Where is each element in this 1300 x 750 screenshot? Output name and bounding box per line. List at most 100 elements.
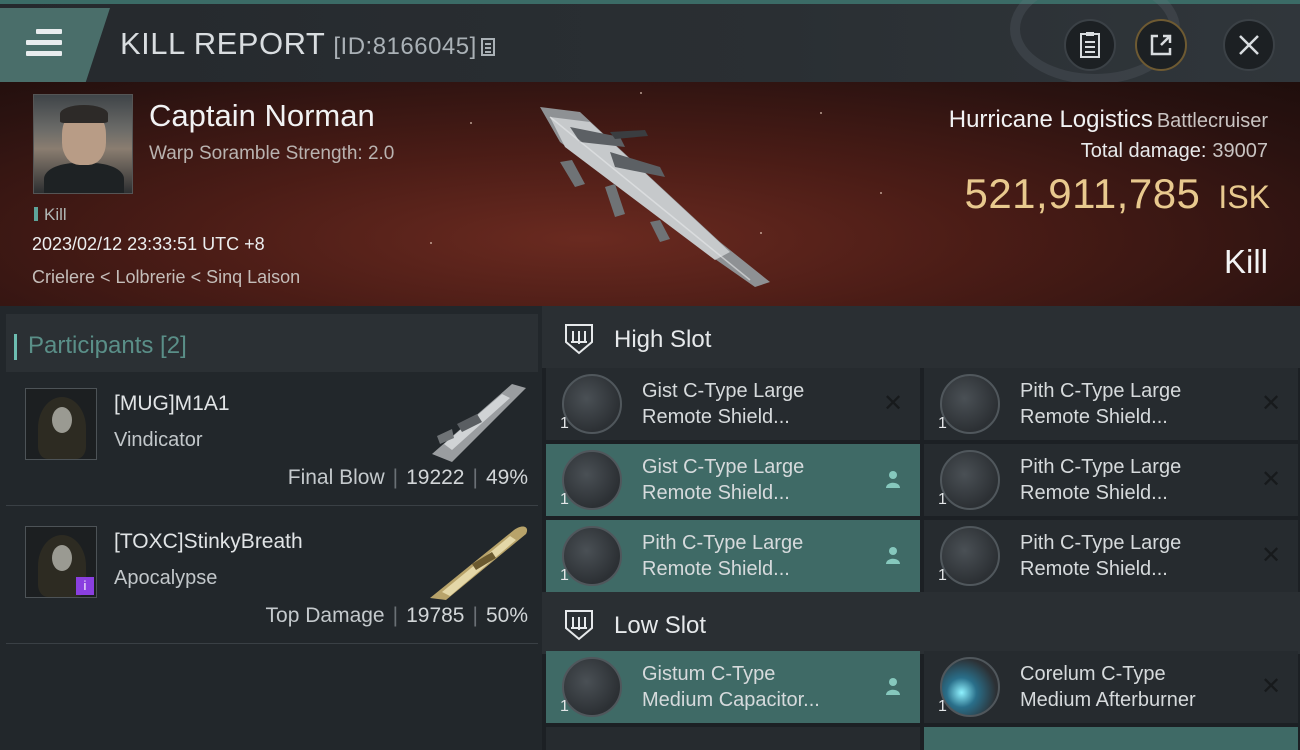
shield-booster-icon — [562, 374, 622, 434]
participant-name: [MUG]M1A1 — [114, 392, 230, 415]
shield-booster-icon — [562, 450, 622, 510]
low-slot-title: Low Slot — [614, 612, 707, 639]
copy-icon[interactable] — [480, 38, 495, 56]
module-quantity: 1 — [938, 567, 947, 584]
participant-avatar[interactable] — [25, 388, 97, 460]
report-id: [ID:8166045] — [333, 33, 477, 60]
module-slot[interactable]: 1 Corelum C-Type Medium Afterburner ✕ — [924, 651, 1298, 723]
shield-booster-icon — [940, 450, 1000, 510]
module-slot[interactable]: 1 Gist C-Type Large Remote Shield... ✕ — [546, 368, 920, 440]
participant-ship-image — [432, 384, 526, 462]
module-name: Gist C-Type Large Remote Shield... — [642, 380, 805, 428]
total-damage-value: 39007 — [1212, 140, 1268, 162]
participant-role: Top Damage — [265, 604, 385, 627]
module-name: Corelum C-Type Medium Afterburner — [1020, 663, 1196, 711]
isk-value: 521,911,785 ISK — [964, 170, 1270, 218]
participant-ship: Apocalypse — [114, 567, 218, 589]
victim-portrait[interactable] — [33, 94, 133, 194]
destroyed-icon: ✕ — [882, 389, 904, 417]
victim-ship-type[interactable]: Hurricane Logistics Battlecruiser — [949, 106, 1268, 134]
isk-unit: ISK — [1218, 179, 1270, 215]
module-slot[interactable]: 1 Gistum C-Type Medium Capacitor... — [546, 651, 920, 723]
high-slot-icon — [565, 324, 593, 355]
participant-row[interactable]: i [TOXC]StinkyBreath Apocalypse Top Dama… — [6, 506, 538, 644]
module-slot[interactable]: 1 Pith C-Type Large Remote Shield... ✕ — [924, 520, 1298, 592]
high-slot-header: High Slot — [542, 306, 1300, 368]
participant-percent: 50% — [485, 604, 528, 627]
module-quantity: 1 — [560, 415, 569, 432]
module-slot[interactable]: 1 Gist C-Type Large Remote Shield... — [546, 444, 920, 516]
destroyed-icon: ✕ — [1260, 465, 1282, 493]
high-slot-title: High Slot — [614, 326, 712, 353]
victim-ship-image — [540, 107, 770, 287]
fittings-panel: High Slot 1 Gist C-Type Large Remote Shie… — [542, 306, 1300, 750]
page-title: KILL REPORT [ID:8166045] — [120, 26, 495, 62]
participant-name: [TOXC]StinkyBreath — [114, 530, 303, 553]
module-name: Pith C-Type Large Remote Shield... — [642, 532, 804, 580]
participants-panel: Participants [2] [MUG]M1A1 Vindicator Fi… — [0, 306, 542, 750]
participant-damage: 19222 — [406, 466, 465, 489]
module-name: Gistum C-Type Medium Capacitor... — [642, 663, 820, 711]
module-quantity: 1 — [938, 415, 947, 432]
isk-amount: 521,911,785 — [964, 170, 1201, 217]
participant-role: Final Blow — [287, 466, 385, 489]
capacitor-icon — [562, 657, 622, 717]
destroyed-icon: ✕ — [1260, 672, 1282, 700]
menu-icon — [26, 29, 62, 59]
module-slot[interactable] — [924, 727, 1298, 750]
share-icon — [1150, 34, 1172, 56]
participant-stats: Final Blow | 19222 | 49% — [287, 466, 528, 489]
module-quantity: 1 — [938, 698, 947, 715]
module-quantity: 1 — [938, 491, 947, 508]
module-slot[interactable] — [546, 727, 920, 750]
participant-percent: 49% — [485, 466, 528, 489]
participant-damage: 19785 — [406, 604, 465, 627]
module-slot[interactable]: 1 Pith C-Type Large Remote Shield... ✕ — [924, 444, 1298, 516]
module-quantity: 1 — [560, 698, 569, 715]
shield-booster-icon — [940, 526, 1000, 586]
kill-time: 2023/02/12 23:33:51 UTC +8 — [32, 234, 265, 254]
dropped-user-icon — [880, 673, 906, 699]
dropped-user-icon — [880, 542, 906, 568]
module-name: Pith C-Type Large Remote Shield... — [1020, 380, 1182, 428]
participants-title: Participants [2] — [14, 332, 187, 360]
module-slot[interactable]: 1 Pith C-Type Large Remote Shield... — [546, 520, 920, 592]
kill-location: Crielere < Lolbrerie < Sinq Laison — [32, 267, 301, 287]
low-slot-header: Low Slot — [542, 592, 1300, 654]
total-damage-label: Total damage: — [1080, 140, 1207, 162]
victim-stat: Warp Soramble Strength: 2.0 — [149, 143, 395, 164]
clipboard-icon — [1080, 32, 1100, 58]
title-bar: KILL REPORT [ID:8166045] — [0, 0, 1300, 84]
participant-ship: Vindicator — [114, 429, 203, 451]
low-slot-icon — [565, 610, 593, 641]
afterburner-icon — [940, 657, 1000, 717]
module-name: Pith C-Type Large Remote Shield... — [1020, 532, 1182, 580]
module-slot[interactable]: 1 Pith C-Type Large Remote Shield... ✕ — [924, 368, 1298, 440]
participant-avatar[interactable]: i — [25, 526, 97, 598]
clipboard-button[interactable] — [1064, 19, 1116, 71]
participants-header: Participants [2] — [6, 314, 538, 372]
shield-booster-icon — [562, 526, 622, 586]
destroyed-icon: ✕ — [1260, 541, 1282, 569]
module-quantity: 1 — [560, 491, 569, 508]
ship-name: Hurricane Logistics — [948, 106, 1153, 133]
destroyed-icon: ✕ — [1260, 389, 1282, 417]
module-quantity: 1 — [560, 567, 569, 584]
close-icon — [1239, 35, 1259, 55]
participant-stats: Top Damage | 19785 | 50% — [265, 604, 528, 627]
participant-row[interactable]: [MUG]M1A1 Vindicator Final Blow | 19222 | 49… — [6, 368, 538, 506]
menu-button[interactable] — [0, 8, 110, 82]
kill-result: Kill — [1223, 243, 1268, 280]
share-button[interactable] — [1135, 19, 1187, 71]
kill-tag: Kill — [34, 205, 67, 225]
total-damage: Total damage: 39007 — [1081, 140, 1268, 163]
title-text: KILL REPORT — [120, 26, 326, 61]
ship-class: Battlecruiser — [1156, 110, 1268, 132]
close-button[interactable] — [1223, 19, 1275, 71]
participant-ship-image — [430, 526, 528, 600]
module-name: Gist C-Type Large Remote Shield... — [642, 456, 805, 504]
module-name: Pith C-Type Large Remote Shield... — [1020, 456, 1182, 504]
shield-booster-icon — [940, 374, 1000, 434]
dropped-user-icon — [880, 466, 906, 492]
victim-name[interactable]: Captain Norman — [149, 98, 375, 134]
